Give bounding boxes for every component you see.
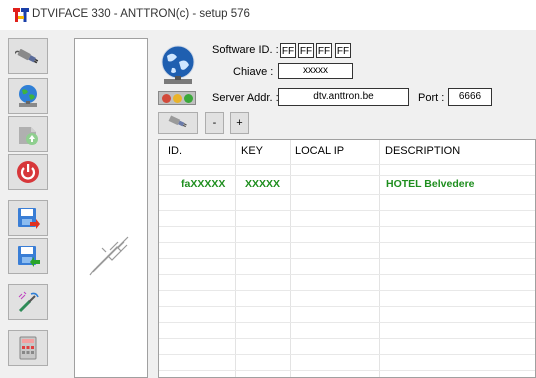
software-id-byte-2[interactable]: FF: [298, 43, 314, 58]
software-id-byte-1[interactable]: FF: [280, 43, 296, 58]
title-bar: DTVIFACE 330 - ANTTRON(c) - setup 576: [0, 0, 536, 30]
save-green-icon: [15, 243, 41, 269]
connect-small-button[interactable]: [158, 112, 198, 134]
web-globe-icon: [15, 83, 41, 109]
connect-icon: [15, 45, 41, 67]
yellow-light-icon: [172, 93, 182, 103]
antenna-icon: [15, 289, 41, 315]
add-row-button[interactable]: +: [230, 112, 249, 134]
software-id-byte-4[interactable]: FF: [335, 43, 351, 58]
app-logo-icon: [13, 8, 29, 22]
chiave-label: Chiave :: [233, 66, 274, 78]
save-red-icon: [15, 205, 41, 231]
window-title: DTVIFACE 330 - ANTTRON(c) - setup 576: [32, 8, 250, 20]
power-icon: [15, 159, 41, 185]
row-description: HOTEL Belvedere: [386, 178, 475, 190]
left-toolbar: [8, 38, 48, 378]
table-header: ID. KEY LOCAL IP DESCRIPTION: [159, 140, 535, 164]
antenna-button[interactable]: [8, 284, 48, 320]
port-field[interactable]: 6666: [448, 88, 492, 106]
row-key: XXXXX: [245, 178, 281, 190]
disconnected-plug-icon: [88, 232, 134, 279]
upload-icon: [15, 121, 41, 147]
plug-icon: [167, 114, 189, 133]
column-header-local-ip[interactable]: LOCAL IP: [295, 145, 344, 157]
device-table: ID. KEY LOCAL IP DESCRIPTION faXXXXX XXX…: [158, 139, 536, 378]
column-header-description[interactable]: DESCRIPTION: [385, 145, 460, 157]
save-import-button[interactable]: [8, 238, 48, 274]
web-button[interactable]: [8, 78, 48, 114]
row-id: faXXXXX: [181, 178, 226, 190]
save-export-button[interactable]: [8, 200, 48, 236]
remove-row-button[interactable]: -: [205, 112, 224, 134]
column-header-key[interactable]: KEY: [241, 145, 263, 157]
red-light-icon: [161, 93, 171, 103]
globe-network-icon: [158, 44, 198, 89]
power-button[interactable]: [8, 154, 48, 190]
connect-button[interactable]: [8, 38, 48, 74]
software-id-label: Software ID. :: [212, 44, 279, 56]
server-addr-label: Server Addr. :: [212, 92, 279, 104]
upload-button[interactable]: [8, 116, 48, 152]
software-id-byte-3[interactable]: FF: [316, 43, 332, 58]
connection-panel: [74, 38, 148, 378]
calculator-button[interactable]: [8, 330, 48, 366]
column-header-id[interactable]: ID.: [168, 145, 182, 157]
green-light-icon: [183, 93, 193, 103]
calculator-icon: [15, 335, 41, 361]
chiave-field[interactable]: xxxxx: [278, 63, 353, 79]
server-addr-field[interactable]: dtv.anttron.be: [278, 88, 409, 106]
status-light: [158, 91, 196, 105]
port-label: Port :: [418, 92, 445, 104]
